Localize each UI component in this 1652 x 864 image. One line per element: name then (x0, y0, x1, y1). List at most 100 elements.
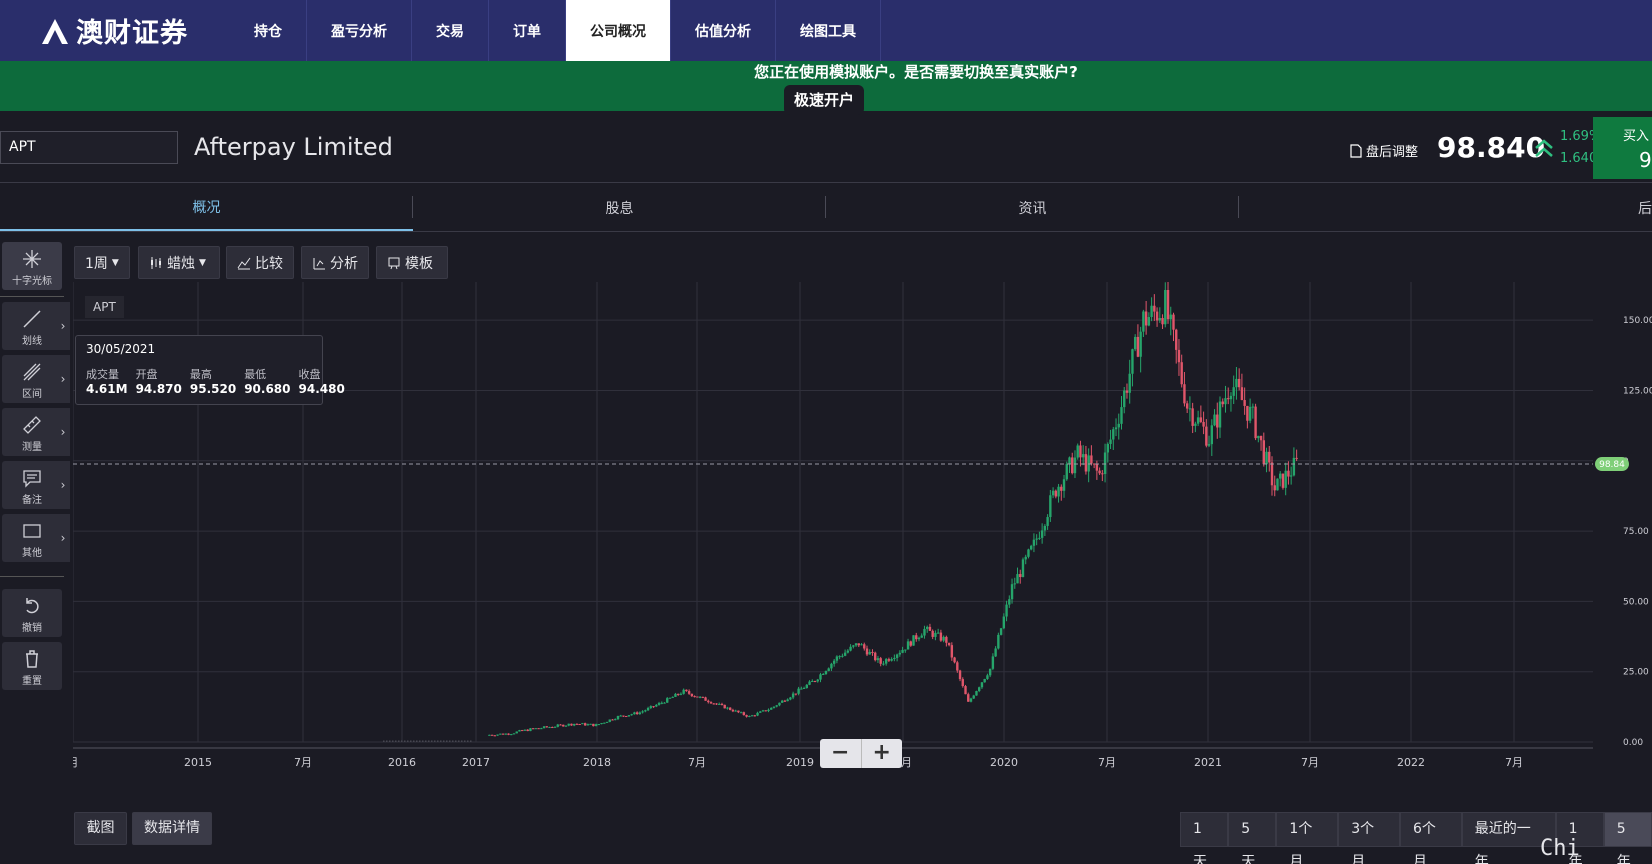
candle-body (531, 728, 535, 730)
candle-body (726, 707, 729, 709)
candle-body (898, 652, 902, 655)
compare-button[interactable]: 比较 (226, 246, 294, 279)
chevron-right-icon[interactable]: › (56, 302, 70, 350)
tooltip-low: 90.680 (244, 382, 291, 396)
candle-body (1259, 435, 1263, 441)
candle-body (1164, 290, 1167, 325)
empty-period-dot (440, 740, 442, 742)
nav-item-trade[interactable]: 交易 (412, 0, 489, 61)
range-5d[interactable]: 5天 (1228, 812, 1277, 864)
x-tick-label: 7月 (688, 756, 706, 769)
data-detail-button[interactable]: 数据详情 (132, 812, 212, 845)
range-1m[interactable]: 1个月 (1276, 812, 1339, 864)
screenshot-button[interactable]: 截图 (74, 812, 127, 845)
candle-body (627, 715, 631, 717)
candle-body (977, 687, 981, 692)
tooltip-high-label: 最高 (189, 368, 212, 381)
candle-body (1188, 408, 1192, 410)
range-6m[interactable]: 6个月 (1399, 812, 1462, 864)
tab-news[interactable]: 资讯 (826, 184, 1239, 231)
zoom-out-button[interactable]: − (820, 739, 862, 768)
tab-more[interactable]: 后 (1239, 184, 1652, 231)
tool-undo[interactable]: 撤销 (2, 589, 62, 637)
tool-measure[interactable]: 测量 › (2, 408, 70, 456)
period-dropdown[interactable]: 1周 ▼ (74, 246, 130, 279)
candle-body (786, 699, 789, 702)
candle-body (854, 643, 858, 646)
candle-body (619, 715, 622, 717)
candle-body (1216, 414, 1219, 428)
candle-body (1076, 445, 1079, 458)
nav-item-orders[interactable]: 订单 (489, 0, 566, 61)
candle-body (1098, 470, 1101, 474)
nav-item-pnl[interactable]: 盈亏分析 (307, 0, 412, 61)
candle-body (800, 688, 803, 690)
candle-body (879, 658, 882, 664)
candle-body (805, 684, 809, 688)
tab-overview[interactable]: 概况 (0, 184, 413, 231)
brand-logo[interactable]: 澳财证券 (0, 0, 230, 61)
candle-body (1185, 403, 1189, 409)
candle-body (822, 673, 825, 675)
tool-note[interactable]: 备注 › (2, 461, 70, 509)
chart-type-dropdown[interactable]: 蜡烛 ▼ (138, 246, 220, 279)
candle-body (515, 731, 518, 734)
candle-body (969, 698, 973, 702)
range-1d[interactable]: 1天 (1180, 812, 1229, 864)
nav-item-valuation[interactable]: 估值分析 (671, 0, 776, 61)
chevron-right-icon[interactable]: › (56, 355, 70, 403)
candle-body (676, 693, 680, 695)
candle-body (646, 707, 650, 711)
notice-message: 您正在使用模拟账户。是否需要切换至真实账户? (754, 63, 1078, 81)
nav-item-drawing[interactable]: 绘图工具 (776, 0, 881, 61)
symbol-input[interactable]: APT (0, 131, 178, 164)
candle-body (1227, 398, 1230, 400)
candle-body (1046, 517, 1049, 526)
chevron-right-icon[interactable]: › (56, 461, 70, 509)
candle-body (802, 687, 806, 689)
candle-body (753, 715, 757, 717)
buy-button[interactable]: 买入 9 (1593, 117, 1652, 179)
demo-account-notice: 您正在使用模拟账户。是否需要切换至真实账户? 极速开户 (0, 61, 1652, 115)
parallel-lines-icon (23, 363, 41, 381)
tooltip-close-label: 收盘 (298, 368, 321, 381)
candle-body (1002, 616, 1006, 629)
tool-range[interactable]: 区间 › (2, 355, 70, 403)
divider (0, 296, 64, 297)
candle-body (1128, 373, 1131, 393)
candle-body (592, 723, 595, 727)
x-tick-label: 2016 (388, 756, 416, 769)
template-button[interactable]: 模板 (376, 246, 448, 279)
y-tick-label: 25.00 (1623, 668, 1649, 678)
candle-body (939, 632, 943, 641)
empty-period-dot (392, 740, 394, 742)
chevron-right-icon[interactable]: › (56, 514, 70, 562)
empty-period-dot (425, 740, 427, 742)
candle-body (614, 719, 617, 721)
empty-period-dot (398, 740, 400, 742)
last-price-tag-text: 98.84 (1599, 460, 1625, 470)
tab-dividends[interactable]: 股息 (413, 184, 826, 231)
nav-item-company[interactable]: 公司概况 (566, 0, 671, 61)
candle-body (1205, 426, 1208, 446)
tool-line[interactable]: 划线 › (2, 302, 70, 350)
tool-crosshair[interactable]: 十字光标 (2, 242, 62, 290)
candle-body (578, 724, 581, 726)
candle-body (750, 715, 754, 717)
candle-body (1109, 439, 1112, 444)
zoom-in-button[interactable]: + (862, 739, 903, 768)
nav-item-holdings[interactable]: 持仓 (230, 0, 307, 61)
tool-other[interactable]: 其他 › (2, 514, 70, 562)
candle-body (655, 704, 658, 707)
candle-body (693, 696, 696, 698)
tool-reset[interactable]: 重置 (2, 642, 62, 690)
candle-body (1139, 331, 1142, 357)
candle-body (1040, 530, 1044, 538)
candle-body (1243, 400, 1246, 406)
range-3m[interactable]: 3个月 (1338, 812, 1400, 864)
chevron-right-icon[interactable]: › (56, 408, 70, 456)
candle-body (874, 652, 877, 661)
analysis-button[interactable]: 分析 (301, 246, 369, 279)
candle-body (832, 660, 836, 664)
candle-body (764, 710, 767, 712)
